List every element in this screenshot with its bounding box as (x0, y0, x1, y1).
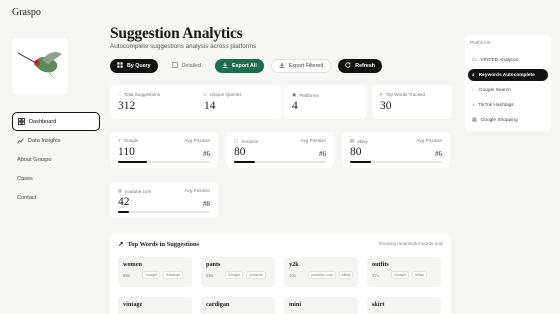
list-icon (171, 62, 178, 70)
platform-card-google[interactable]: ⌕ Google Avg Position 110 #6 (110, 132, 218, 168)
download-icon (222, 62, 228, 70)
cart-icon: ▤ (472, 117, 477, 123)
search-icon: ⌕ (118, 138, 121, 143)
stat-value: 14 (204, 100, 216, 112)
platform-tag: eBay (338, 271, 354, 279)
stat-card-top-words: # Top Words Tracked 30 (372, 85, 452, 119)
sidebar-nav: Dashboard Data Insights About Graspo Cas… (12, 112, 100, 207)
progress-bar (234, 161, 326, 163)
refresh-button[interactable]: Refresh (338, 59, 383, 73)
top-words-section: ↗ Top Words in Suggestions Showing meanin… (110, 234, 451, 314)
platform-count: 110 (118, 146, 135, 158)
word-card[interactable]: vintage (118, 297, 192, 314)
word-card[interactable]: pants 59x Google Amazon (201, 257, 275, 287)
progress-bar (118, 211, 210, 213)
platform-tag: eBay (412, 271, 427, 279)
stat-value: 4 (292, 100, 298, 112)
trend-icon: ↗ (118, 241, 124, 248)
platform-tag: Google (225, 271, 244, 279)
section-note: Showing meaningful words only (378, 241, 443, 246)
platform-card-ebay[interactable]: ▤ eBay Avg Position 80 #6 (342, 132, 450, 168)
platform-count: 42 (118, 196, 130, 208)
search-icon: ⌕ (204, 92, 207, 97)
panel-item-google-shopping[interactable]: ▤ Google Shopping (468, 114, 548, 126)
google-icon: ◌ (472, 87, 475, 93)
panel-item-tiktok[interactable]: ♪ TikTok Hashtags (468, 99, 548, 111)
by-query-button[interactable]: By Query (110, 59, 158, 73)
page-title: Suggestion Analytics (110, 25, 243, 42)
word-card[interactable]: skirt (367, 297, 441, 314)
platforms-panel: Platforms ▭ VINTED Analytics ⌕ Keywords Au… (465, 35, 551, 131)
stat-value: 312 (118, 100, 136, 112)
page-subtitle: Autocomplete suggestions analysis across… (110, 43, 257, 50)
platform-tag: youtube.com (308, 271, 336, 279)
export-filtered-button[interactable]: Export Filtered (270, 59, 332, 73)
nav-label: Cases (17, 175, 33, 182)
layers-icon: ▣ (292, 92, 297, 97)
hash-icon: # (380, 92, 383, 97)
stat-value: 30 (380, 100, 392, 112)
progress-fill (118, 211, 130, 213)
nav-item-dashboard[interactable]: Dashboard (12, 112, 100, 131)
globe-icon: ◍ (118, 188, 123, 193)
vinted-icon: ▭ (472, 57, 477, 63)
platform-count: 80 (234, 146, 246, 158)
tiktok-icon: ♪ (472, 102, 475, 108)
detailed-button[interactable]: Detailed (165, 59, 208, 73)
download-icon (279, 62, 285, 70)
platform-rank: #6 (435, 150, 442, 158)
nav-label: Data Insights (28, 137, 61, 144)
platform-tag: Google (142, 271, 161, 279)
word-card[interactable]: outfits 37x Google eBay (367, 257, 441, 287)
platform-tag: Google (391, 271, 410, 279)
nav-item-contact[interactable]: Contact (12, 188, 100, 207)
bulb-icon: ◌ (118, 92, 121, 97)
nav-label: Dashboard (29, 118, 57, 125)
toolbar: By Query Detailed Export All Export Filt… (110, 59, 383, 73)
grid-icon (117, 62, 123, 70)
dashboard-icon (18, 118, 25, 125)
progress-bar (118, 161, 210, 163)
nav-item-about[interactable]: About Graspo (12, 150, 100, 169)
search-icon: ⌕ (472, 73, 475, 78)
logo-card (12, 38, 68, 94)
section-title: Top Words in Suggestions (127, 240, 200, 248)
platform-tag: Amazon (246, 271, 267, 279)
platform-rank: #8 (203, 200, 210, 208)
platform-card-youtube[interactable]: ◍ youtube.com Avg Position 42 #8 (110, 182, 218, 218)
progress-fill (350, 161, 372, 163)
progress-fill (234, 161, 256, 163)
hummingbird-logo (17, 52, 62, 80)
platform-count: 80 (350, 146, 362, 158)
box-icon: ▢ (234, 138, 239, 143)
refresh-icon (345, 62, 351, 70)
stat-card-unique-queries: ⌕ Unique Queries 14 (196, 85, 282, 119)
panel-item-google-search[interactable]: ◌ Google Search (468, 84, 548, 96)
nav-label: About Graspo (17, 156, 52, 163)
platform-rank: #6 (319, 150, 326, 158)
word-card[interactable]: women 98x Google Amazon (118, 257, 192, 287)
export-all-button[interactable]: Export All (215, 59, 264, 73)
progress-bar (350, 161, 442, 163)
platform-tag: Amazon (163, 271, 184, 279)
brand-logo-text[interactable]: Graspo (12, 7, 41, 18)
progress-fill (118, 161, 148, 163)
nav-item-cases[interactable]: Cases (12, 169, 100, 188)
panel-item-keywords-autocomplete[interactable]: ⌕ Keywords Autocomplete (468, 69, 548, 81)
nav-item-data-insights[interactable]: Data Insights (12, 131, 100, 150)
panel-heading: Platforms (470, 41, 491, 46)
nav-label: Contact (17, 194, 37, 201)
chart-icon (17, 137, 24, 144)
word-card[interactable]: cardigan (201, 297, 275, 314)
cart-icon: ▤ (350, 138, 355, 143)
panel-item-vinted[interactable]: ▭ VINTED Analytics (468, 54, 548, 66)
platform-rank: #6 (203, 150, 210, 158)
word-card[interactable]: y2k 40x youtube.com eBay (284, 257, 358, 287)
platform-card-amazon[interactable]: ▢ Amazon Avg Position 80 #6 (226, 132, 334, 168)
stat-card-platforms: ▣ Platforms 4 (284, 85, 366, 119)
word-card[interactable]: mini (284, 297, 358, 314)
